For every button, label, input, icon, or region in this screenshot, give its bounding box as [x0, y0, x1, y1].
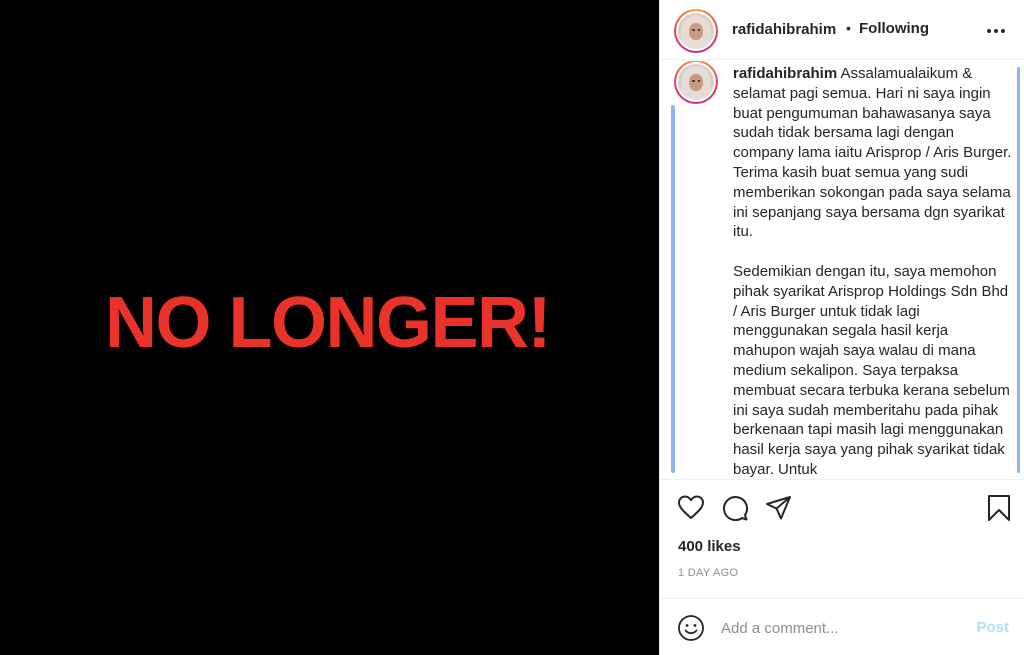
username-link[interactable]: rafidahibrahim	[732, 21, 836, 38]
likes-count[interactable]: 400 likes	[678, 538, 741, 555]
post-side-panel: rafidahibrahim • Following rafidahibrahi…	[659, 0, 1024, 655]
post-media[interactable]: NO LONGER!	[0, 0, 659, 655]
media-headline: NO LONGER!	[105, 282, 551, 363]
post-caption: rafidahibrahim Assalamualaikum & selamat…	[733, 64, 1013, 479]
selection-highlight-right	[1017, 67, 1020, 473]
share-icon[interactable]	[765, 494, 793, 522]
add-comment-bar: Post	[660, 598, 1024, 655]
comment-icon[interactable]	[721, 494, 749, 522]
post-header: rafidahibrahim • Following	[660, 0, 1024, 60]
caption-username[interactable]: rafidahibrahim	[733, 65, 837, 82]
separator-dot: •	[846, 20, 851, 36]
heart-icon[interactable]	[677, 494, 705, 522]
selection-highlight-left	[671, 105, 675, 473]
comment-input[interactable]	[721, 613, 961, 643]
bookmark-icon[interactable]	[985, 494, 1013, 522]
more-options-icon[interactable]	[987, 29, 1005, 33]
comments-area[interactable]: rafidahibrahim Assalamualaikum & selamat…	[660, 61, 1024, 479]
post-actions: 400 likes 1 DAY AGO	[660, 479, 1024, 598]
caption-text: Assalamualaikum & selamat pagi semua. Ha…	[733, 65, 1012, 478]
emoji-icon[interactable]	[677, 614, 705, 642]
post-timestamp[interactable]: 1 DAY AGO	[678, 567, 738, 579]
avatar[interactable]	[674, 9, 718, 53]
following-button[interactable]: Following	[859, 20, 929, 37]
caption-avatar[interactable]	[674, 61, 718, 104]
post-button[interactable]: Post	[976, 619, 1009, 636]
